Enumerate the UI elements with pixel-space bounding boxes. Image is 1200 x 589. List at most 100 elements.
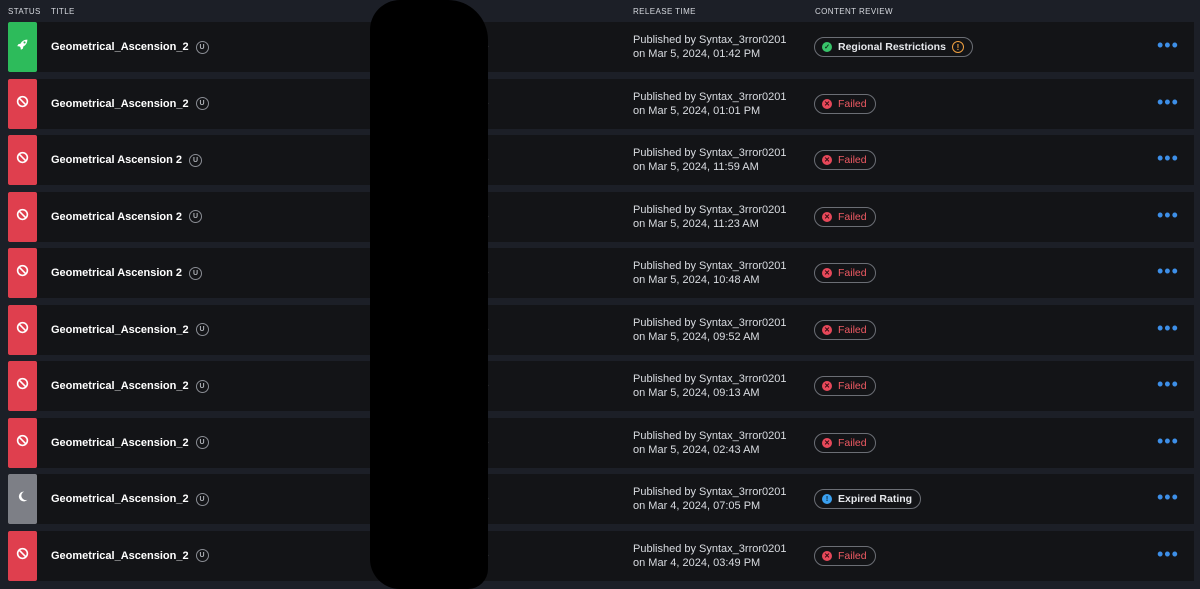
table-header: STATUS TITLE RELEASE TIME CONTENT REVIEW [0,0,1200,22]
ban-icon [16,434,29,452]
ban-icon [16,95,29,113]
review-status-text: Failed [838,380,867,392]
row-title[interactable]: Geometrical_Ascension_2 U [51,531,209,581]
unreal-engine-icon: U [195,323,209,336]
release-time: Published by Syntax_3rror0201 on Mar 5, … [633,203,786,231]
content-review-pill[interactable]: ✕ Failed [814,93,876,114]
ban-icon [16,321,29,339]
title-text: Geometrical Ascension 2 [51,154,183,166]
content-review-pill[interactable]: ✓ Regional Restrictions ! [814,37,973,57]
more-options-icon[interactable]: ••• [1157,149,1179,167]
unreal-engine-icon: U [189,153,203,167]
x-circle-icon: ✕ [822,550,832,561]
more-options-icon[interactable]: ••• [1157,262,1179,280]
content-review-pill[interactable]: ✕ Failed [814,319,876,340]
warning-icon[interactable]: ! [951,41,964,53]
row-title[interactable]: Geometrical Ascension 2 U [51,192,203,242]
publisher-text: Published by Syntax_3rror0201 [633,203,787,216]
table-row[interactable]: Geometrical_Ascension_2 U 9 Published by… [8,474,1194,524]
review-status-text: Expired Rating [838,493,913,505]
unreal-engine-icon: U [195,492,209,506]
more-options-icon[interactable]: ••• [1157,432,1179,450]
unreal-engine-icon: U [189,266,203,280]
release-date: on Mar 5, 2024, 11:23 AM [633,217,759,230]
table-row[interactable]: Geometrical_Ascension_2 U Published by S… [8,22,1194,72]
content-review-pill[interactable]: ! Expired Rating [814,489,922,509]
ban-icon [16,151,29,169]
title-text: Geometrical_Ascension_2 [51,436,189,449]
unreal-engine-icon: U [195,40,209,54]
release-date: on Mar 5, 2024, 02:43 AM [633,443,760,456]
content-review-pill[interactable]: ✕ Failed [814,432,876,453]
row-title[interactable]: Geometrical_Ascension_2 U [51,305,209,355]
table-row[interactable]: Geometrical_Ascension_2 U 6 Published by… [8,530,1194,581]
status-badge [8,191,37,242]
table-row[interactable]: Geometrical Ascension 2 U Published by S… [8,191,1194,242]
table-row[interactable]: Geometrical_Ascension_2 U Published by S… [8,417,1194,468]
x-circle-icon: ✕ [822,381,832,391]
more-options-icon[interactable]: ••• [1157,375,1179,393]
more-options-icon[interactable]: ••• [1157,206,1179,224]
unreal-engine-icon: U [189,210,203,223]
title-text: Geometrical Ascension 2 [51,267,183,279]
table-row[interactable]: Geometrical_Ascension_2 U Published by S… [8,361,1194,411]
status-badge [8,361,37,411]
release-time: Published by Syntax_3rror0201 on Mar 4, … [633,485,786,513]
row-title[interactable]: Geometrical Ascension 2 U [51,248,203,298]
release-time: Published by Syntax_3rror0201 on Mar 5, … [633,259,786,287]
ban-icon [16,547,29,565]
unreal-engine-icon: U [195,549,209,562]
row-title[interactable]: Geometrical_Ascension_2 U [51,474,209,524]
publisher-text: Published by Syntax_3rror0201 [633,542,787,555]
table-row[interactable]: Geometrical Ascension 2 U Published by S… [8,248,1194,298]
table-row[interactable]: Geometrical_Ascension_2 U Published by S… [8,78,1194,129]
table-row[interactable]: Geometrical Ascension 2 U Published by S… [8,135,1194,185]
more-options-icon[interactable]: ••• [1157,488,1179,506]
content-review-pill[interactable]: ✕ Failed [814,545,876,566]
publisher-text: Published by Syntax_3rror0201 [633,90,787,103]
release-date: on Mar 4, 2024, 07:05 PM [633,500,761,512]
header-title: TITLE [51,7,75,16]
redaction-overlay [370,0,488,589]
publisher-text: Published by Syntax_3rror0201 [633,316,787,329]
publisher-text: Published by Syntax_3rror0201 [633,373,787,385]
more-options-icon[interactable]: ••• [1157,93,1179,111]
ban-icon [16,264,29,282]
release-time: Published by Syntax_3rror0201 on Mar 5, … [633,429,786,457]
release-time: Published by Syntax_3rror0201 on Mar 4, … [633,542,786,570]
title-text: Geometrical_Ascension_2 [51,41,189,53]
status-badge [8,22,37,72]
row-title[interactable]: Geometrical_Ascension_2 U [51,361,209,411]
rocket-icon [16,38,29,56]
release-time: Published by Syntax_3rror0201 on Mar 5, … [633,90,786,118]
ban-icon [16,208,29,226]
content-review-pill[interactable]: ✕ Failed [814,206,876,227]
header-content-review: CONTENT REVIEW [815,7,893,16]
more-options-icon[interactable]: ••• [1157,36,1179,54]
table-row[interactable]: Geometrical_Ascension_2 U Published by S… [8,304,1194,355]
content-review-pill[interactable]: ✕ Failed [814,376,876,396]
row-title[interactable]: Geometrical_Ascension_2 U [51,22,209,72]
release-date: on Mar 5, 2024, 01:42 PM [633,48,761,60]
unreal-engine-icon: U [195,379,209,393]
title-text: Geometrical_Ascension_2 [51,323,189,336]
title-text: Geometrical Ascension 2 [51,210,183,223]
review-status-text: Failed [838,549,867,562]
row-title[interactable]: Geometrical_Ascension_2 U [51,418,209,468]
more-options-icon[interactable]: ••• [1157,545,1179,563]
review-status-text: Failed [838,267,867,279]
x-circle-icon: ✕ [822,437,832,448]
publisher-text: Published by Syntax_3rror0201 [633,429,787,442]
header-status: STATUS [8,7,41,16]
content-review-pill[interactable]: ✕ Failed [814,150,876,170]
content-review-pill[interactable]: ✕ Failed [814,263,876,283]
review-status-text: Failed [838,323,867,336]
row-title[interactable]: Geometrical Ascension 2 U [51,135,203,185]
header-release-time: RELEASE TIME [633,7,696,16]
status-badge [8,248,37,298]
row-title[interactable]: Geometrical_Ascension_2 U [51,79,209,129]
release-list: Geometrical_Ascension_2 U Published by S… [0,22,1200,587]
more-options-icon[interactable]: ••• [1157,319,1179,337]
title-text: Geometrical_Ascension_2 [51,97,189,110]
x-circle-icon: ✕ [822,324,832,335]
